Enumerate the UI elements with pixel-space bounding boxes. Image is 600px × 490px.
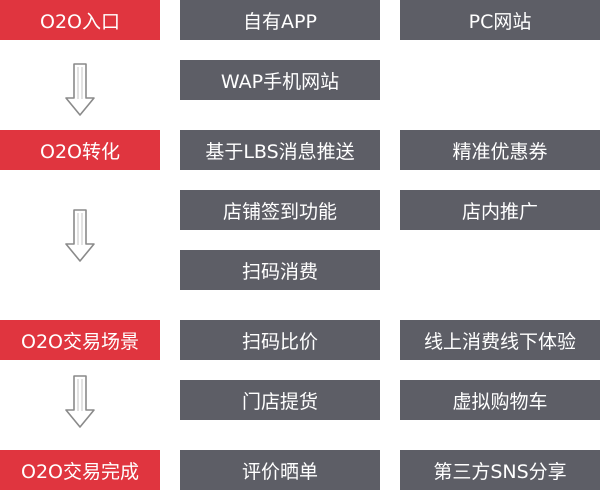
stage-trade-scene: O2O交易场景 [0, 320, 160, 360]
item-scan-compare-price: 扫码比价 [180, 320, 380, 360]
item-third-party-sns-share: 第三方SNS分享 [400, 450, 600, 490]
item-store-checkin: 店铺签到功能 [180, 190, 380, 230]
stage-trade-complete: O2O交易完成 [0, 450, 160, 490]
item-wap-mobile-site: WAP手机网站 [180, 60, 380, 100]
item-review-share: 评价晒单 [180, 450, 380, 490]
down-arrow-icon [65, 375, 95, 428]
item-scan-to-pay: 扫码消费 [180, 250, 380, 290]
item-own-app: 自有APP [180, 0, 380, 40]
item-online-buy-offline-experience: 线上消费线下体验 [400, 320, 600, 360]
item-precise-coupon: 精准优惠券 [400, 130, 600, 170]
item-pc-website: PC网站 [400, 0, 600, 40]
down-arrow-icon [65, 63, 95, 116]
down-arrow-icon [65, 209, 95, 262]
item-store-pickup: 门店提货 [180, 380, 380, 420]
stage-entry: O2O入口 [0, 0, 160, 40]
stage-conversion: O2O转化 [0, 130, 160, 170]
item-virtual-cart: 虚拟购物车 [400, 380, 600, 420]
item-lbs-push: 基于LBS消息推送 [180, 130, 380, 170]
item-in-store-promotion: 店内推广 [400, 190, 600, 230]
